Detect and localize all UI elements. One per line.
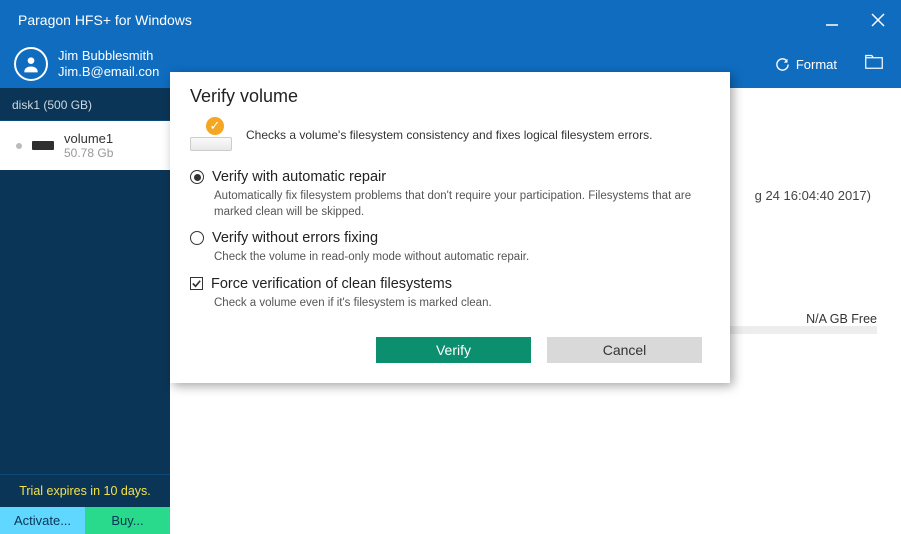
verify-volume-dialog: Verify volume ✓ Checks a volume's filesy… xyxy=(170,72,730,383)
app-title: Paragon HFS+ for Windows xyxy=(18,12,192,28)
volume-size: 50.78 Gb xyxy=(64,146,113,160)
volume-name: volume1 xyxy=(64,131,113,146)
disk-label[interactable]: disk1 (500 GB) xyxy=(0,88,170,121)
cancel-button[interactable]: Cancel xyxy=(547,337,702,363)
trial-notice: Trial expires in 10 days. xyxy=(0,474,170,507)
option-auto-repair[interactable]: Verify with automatic repair Automatical… xyxy=(190,169,710,220)
radio-unselected-icon xyxy=(190,231,204,245)
drive-icon xyxy=(32,141,54,150)
user-email: Jim.B@email.con xyxy=(58,64,159,80)
option-label: Verify without errors fixing xyxy=(212,230,378,246)
checkbox-checked-icon xyxy=(190,277,203,290)
refresh-icon xyxy=(775,57,790,72)
buy-button[interactable]: Buy... xyxy=(85,507,170,534)
folder-button[interactable] xyxy=(865,54,883,74)
close-button[interactable] xyxy=(855,0,901,40)
minimize-icon xyxy=(825,13,839,27)
option-sub: Automatically fix filesystem problems th… xyxy=(214,189,710,220)
option-readonly[interactable]: Verify without errors fixing Check the v… xyxy=(190,230,710,266)
option-label: Verify with automatic repair xyxy=(212,169,386,185)
radio-selected-icon xyxy=(190,170,204,184)
free-space-label: N/A GB Free xyxy=(806,312,877,326)
volume-item[interactable]: volume1 50.78 Gb xyxy=(0,121,170,170)
user-icon xyxy=(21,54,41,74)
minimize-button[interactable] xyxy=(809,0,855,40)
option-sub: Check a volume even if it's filesystem i… xyxy=(214,296,710,312)
avatar[interactable] xyxy=(14,47,48,81)
folder-icon xyxy=(865,54,883,69)
option-sub: Check the volume in read-only mode witho… xyxy=(214,250,710,266)
volume-status-dot xyxy=(16,143,22,149)
close-icon xyxy=(870,12,886,28)
sidebar: disk1 (500 GB) volume1 50.78 Gb Trial ex… xyxy=(0,88,170,534)
format-button[interactable]: Format xyxy=(775,57,837,72)
titlebar: Paragon HFS+ for Windows xyxy=(0,0,901,40)
option-force-verify[interactable]: Force verification of clean filesystems … xyxy=(190,276,710,312)
option-label: Force verification of clean filesystems xyxy=(211,276,452,292)
dialog-title: Verify volume xyxy=(190,86,710,107)
dialog-description: Checks a volume's filesystem consistency… xyxy=(246,128,710,142)
format-label: Format xyxy=(796,57,837,72)
drive-check-icon: ✓ xyxy=(190,119,232,151)
user-name: Jim Bubblesmith xyxy=(58,48,159,64)
verify-button[interactable]: Verify xyxy=(376,337,531,363)
timestamp-fragment: g 24 16:04:40 2017) xyxy=(755,188,871,203)
volume-text: volume1 50.78 Gb xyxy=(64,131,113,160)
user-block: Jim Bubblesmith Jim.B@email.con xyxy=(58,48,159,79)
activate-button[interactable]: Activate... xyxy=(0,507,85,534)
